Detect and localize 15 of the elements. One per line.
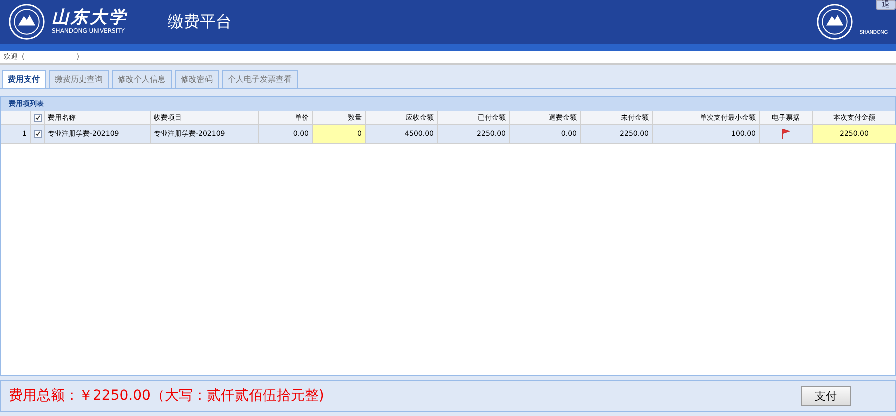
- select-all-checkbox[interactable]: [34, 114, 42, 122]
- tab[interactable]: 修改个人信息: [112, 70, 172, 88]
- tab[interactable]: 个人电子发票查看: [222, 70, 298, 88]
- university-seal-icon: [8, 3, 46, 41]
- flag-icon[interactable]: [782, 129, 790, 139]
- logout-button[interactable]: 退: [876, 0, 896, 10]
- university-seal-icon: [816, 3, 854, 41]
- page-title: 缴费平台: [168, 12, 232, 32]
- pay-button[interactable]: 支付: [801, 386, 851, 406]
- tab[interactable]: 费用支付: [2, 70, 46, 88]
- tab[interactable]: 修改密码: [175, 70, 219, 88]
- total-amount: 费用总额：￥2250.00（大写：贰仟贰佰伍拾元整): [9, 387, 326, 405]
- tab[interactable]: 缴费历史查询: [49, 70, 109, 88]
- row-checkbox[interactable]: [34, 130, 42, 138]
- logo-text: 山东大学: [52, 8, 129, 28]
